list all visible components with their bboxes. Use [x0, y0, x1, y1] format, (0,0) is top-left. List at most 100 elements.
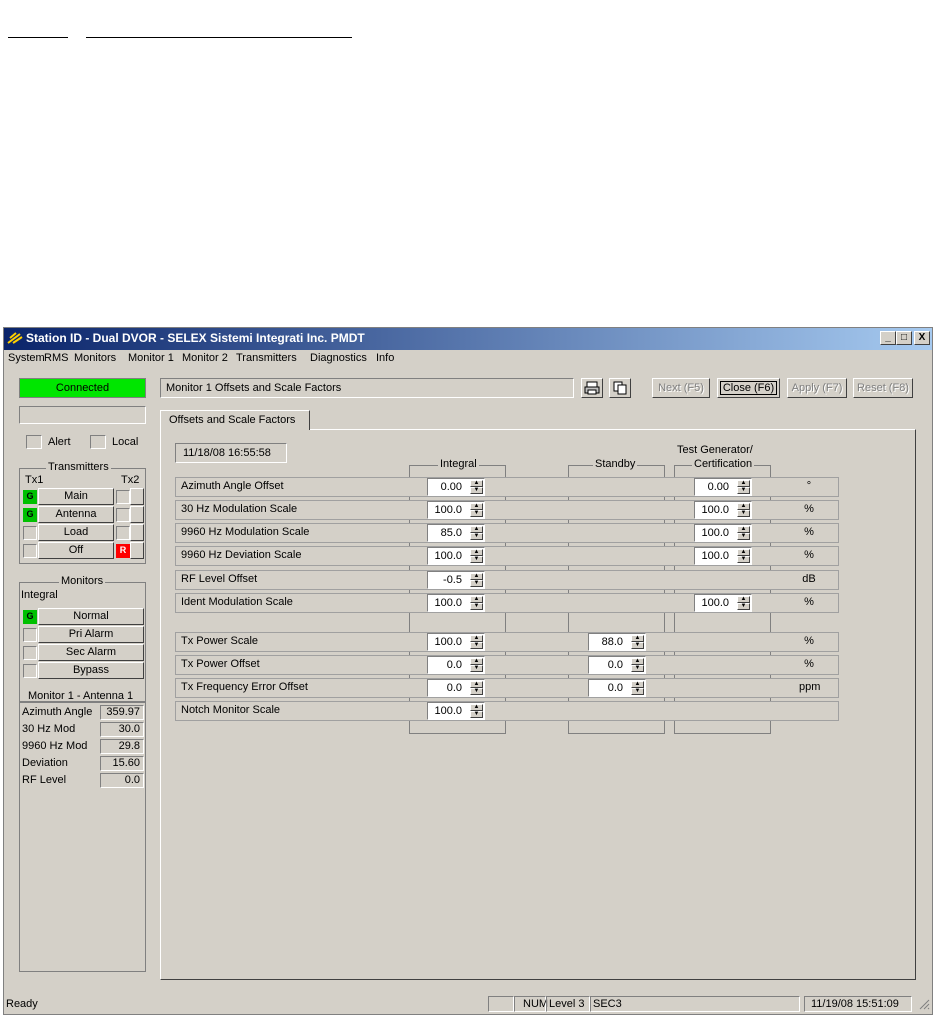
- spin-down-icon[interactable]: ▼: [631, 688, 644, 695]
- standby-value-7[interactable]: 0.0: [608, 659, 623, 671]
- menu-monitors[interactable]: Monitors: [74, 352, 116, 364]
- integral-value-5[interactable]: 100.0: [434, 597, 462, 609]
- title-bar[interactable]: Station ID - Dual DVOR - SELEX Sistemi I…: [4, 328, 932, 350]
- testgen-spin-0[interactable]: 0.00 ▲ ▼: [694, 478, 752, 496]
- standby-spin-6[interactable]: 88.0 ▲ ▼: [588, 633, 646, 651]
- spin-down-icon[interactable]: ▼: [470, 642, 483, 649]
- standby-spin-arrows-8[interactable]: ▲ ▼: [631, 681, 644, 695]
- menu-system[interactable]: System: [8, 352, 45, 364]
- integral-spin-arrows-7[interactable]: ▲ ▼: [470, 658, 483, 672]
- spin-up-icon[interactable]: ▲: [470, 596, 483, 603]
- menu-info[interactable]: Info: [376, 352, 394, 364]
- close-window-button[interactable]: X: [914, 331, 930, 345]
- spin-down-icon[interactable]: ▼: [631, 665, 644, 672]
- integral-spin-2[interactable]: 85.0 ▲ ▼: [427, 524, 485, 542]
- spin-up-icon[interactable]: ▲: [737, 480, 750, 487]
- integral-spin-1[interactable]: 100.0 ▲ ▼: [427, 501, 485, 519]
- integral-spin-4[interactable]: -0.5 ▲ ▼: [427, 571, 485, 589]
- spin-down-icon[interactable]: ▼: [737, 510, 750, 517]
- integral-spin-7[interactable]: 0.0 ▲ ▼: [427, 656, 485, 674]
- testgen-spin-arrows-5[interactable]: ▲ ▼: [737, 596, 750, 610]
- integral-value-2[interactable]: 85.0: [441, 527, 462, 539]
- spin-up-icon[interactable]: ▲: [737, 596, 750, 603]
- spin-down-icon[interactable]: ▼: [470, 711, 483, 718]
- integral-value-7[interactable]: 0.0: [447, 659, 462, 671]
- testgen-value-5[interactable]: 100.0: [701, 597, 729, 609]
- integral-spin-9[interactable]: 100.0 ▲ ▼: [427, 702, 485, 720]
- spin-down-icon[interactable]: ▼: [470, 556, 483, 563]
- testgen-spin-arrows-1[interactable]: ▲ ▼: [737, 503, 750, 517]
- next-button[interactable]: Next (F5): [652, 378, 710, 398]
- spin-up-icon[interactable]: ▲: [470, 635, 483, 642]
- spin-down-icon[interactable]: ▼: [737, 487, 750, 494]
- integral-spin-arrows-2[interactable]: ▲ ▼: [470, 526, 483, 540]
- integral-spin-arrows-9[interactable]: ▲ ▼: [470, 704, 483, 718]
- spin-down-icon[interactable]: ▼: [737, 603, 750, 610]
- integral-spin-3[interactable]: 100.0 ▲ ▼: [427, 547, 485, 565]
- standby-value-8[interactable]: 0.0: [608, 682, 623, 694]
- integral-value-9[interactable]: 100.0: [434, 705, 462, 717]
- spin-up-icon[interactable]: ▲: [631, 635, 644, 642]
- spin-up-icon[interactable]: ▲: [470, 658, 483, 665]
- integral-spin-arrows-0[interactable]: ▲ ▼: [470, 480, 483, 494]
- spin-down-icon[interactable]: ▼: [470, 665, 483, 672]
- integral-spin-arrows-5[interactable]: ▲ ▼: [470, 596, 483, 610]
- integral-spin-arrows-1[interactable]: ▲ ▼: [470, 503, 483, 517]
- standby-value-6[interactable]: 88.0: [602, 636, 623, 648]
- spin-up-icon[interactable]: ▲: [470, 480, 483, 487]
- testgen-value-3[interactable]: 100.0: [701, 550, 729, 562]
- testgen-spin-1[interactable]: 100.0 ▲ ▼: [694, 501, 752, 519]
- maximize-button[interactable]: □: [896, 331, 912, 345]
- spin-up-icon[interactable]: ▲: [470, 681, 483, 688]
- spin-up-icon[interactable]: ▲: [631, 658, 644, 665]
- menu-monitor-2[interactable]: Monitor 2: [182, 352, 228, 364]
- spin-up-icon[interactable]: ▲: [470, 704, 483, 711]
- integral-spin-arrows-8[interactable]: ▲ ▼: [470, 681, 483, 695]
- spin-up-icon[interactable]: ▲: [737, 549, 750, 556]
- spin-up-icon[interactable]: ▲: [737, 503, 750, 510]
- spin-down-icon[interactable]: ▼: [470, 487, 483, 494]
- spin-down-icon[interactable]: ▼: [470, 510, 483, 517]
- integral-spin-arrows-3[interactable]: ▲ ▼: [470, 549, 483, 563]
- integral-spin-0[interactable]: 0.00 ▲ ▼: [427, 478, 485, 496]
- spin-down-icon[interactable]: ▼: [470, 580, 483, 587]
- testgen-spin-5[interactable]: 100.0 ▲ ▼: [694, 594, 752, 612]
- integral-spin-arrows-4[interactable]: ▲ ▼: [470, 573, 483, 587]
- testgen-spin-arrows-2[interactable]: ▲ ▼: [737, 526, 750, 540]
- integral-spin-5[interactable]: 100.0 ▲ ▼: [427, 594, 485, 612]
- testgen-spin-2[interactable]: 100.0 ▲ ▼: [694, 524, 752, 542]
- integral-value-3[interactable]: 100.0: [434, 550, 462, 562]
- copy-button[interactable]: [609, 378, 631, 398]
- spin-down-icon[interactable]: ▼: [470, 603, 483, 610]
- tab-offsets-and-scale-factors[interactable]: Offsets and Scale Factors: [160, 410, 310, 430]
- testgen-spin-arrows-3[interactable]: ▲ ▼: [737, 549, 750, 563]
- testgen-spin-arrows-0[interactable]: ▲ ▼: [737, 480, 750, 494]
- reset-button[interactable]: Reset (F8): [853, 378, 913, 398]
- menu-monitor-1[interactable]: Monitor 1: [128, 352, 174, 364]
- integral-spin-6[interactable]: 100.0 ▲ ▼: [427, 633, 485, 651]
- apply-button[interactable]: Apply (F7): [787, 378, 847, 398]
- standby-spin-7[interactable]: 0.0 ▲ ▼: [588, 656, 646, 674]
- testgen-value-1[interactable]: 100.0: [701, 504, 729, 516]
- close-panel-button[interactable]: Close (F6): [717, 378, 780, 398]
- spin-up-icon[interactable]: ▲: [470, 573, 483, 580]
- spin-up-icon[interactable]: ▲: [631, 681, 644, 688]
- spin-down-icon[interactable]: ▼: [470, 688, 483, 695]
- integral-value-0[interactable]: 0.00: [441, 481, 462, 493]
- integral-value-1[interactable]: 100.0: [434, 504, 462, 516]
- integral-value-8[interactable]: 0.0: [447, 682, 462, 694]
- print-button[interactable]: [581, 378, 603, 398]
- menu-transmitters[interactable]: Transmitters: [236, 352, 297, 364]
- testgen-spin-3[interactable]: 100.0 ▲ ▼: [694, 547, 752, 565]
- spin-down-icon[interactable]: ▼: [737, 556, 750, 563]
- menu-diagnostics[interactable]: Diagnostics: [310, 352, 367, 364]
- testgen-value-0[interactable]: 0.00: [708, 481, 729, 493]
- spin-up-icon[interactable]: ▲: [737, 526, 750, 533]
- menu-rms[interactable]: RMS: [44, 352, 68, 364]
- integral-spin-8[interactable]: 0.0 ▲ ▼: [427, 679, 485, 697]
- resize-grip-icon[interactable]: [918, 998, 930, 1010]
- spin-up-icon[interactable]: ▲: [470, 526, 483, 533]
- spin-down-icon[interactable]: ▼: [737, 533, 750, 540]
- standby-spin-arrows-6[interactable]: ▲ ▼: [631, 635, 644, 649]
- integral-spin-arrows-6[interactable]: ▲ ▼: [470, 635, 483, 649]
